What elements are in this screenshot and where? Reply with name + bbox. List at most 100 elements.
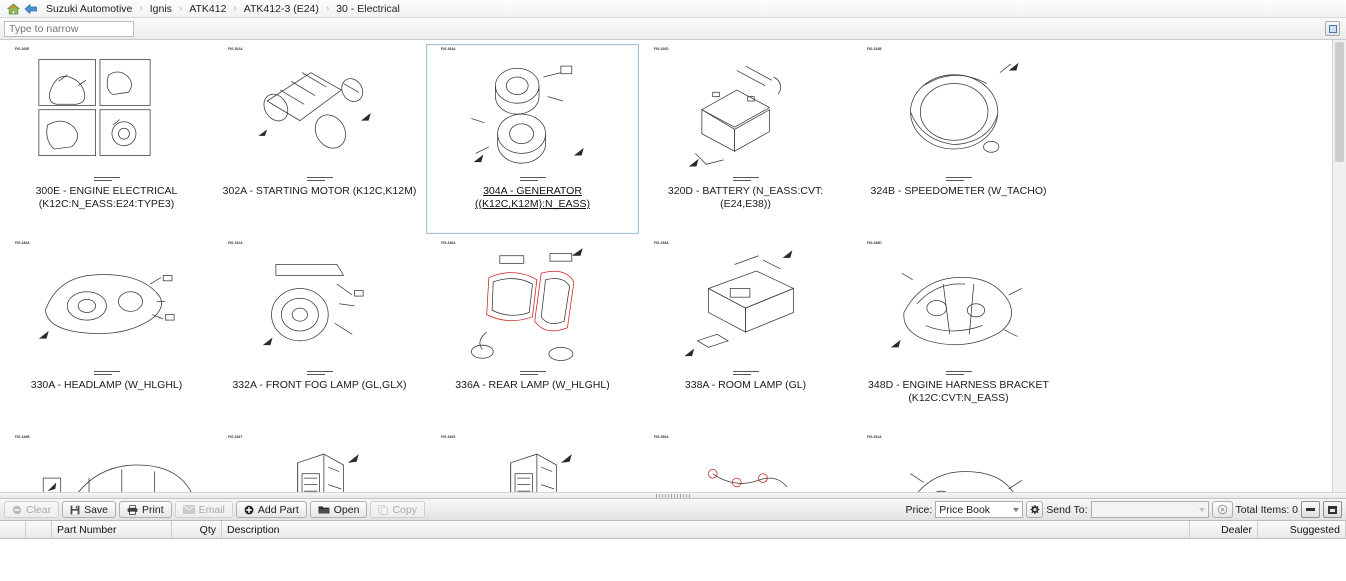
column-header[interactable]: Suggested (1258, 521, 1346, 538)
catalog-grid: FIG.300E 300E - ENGINE ELECTRICAL (K12C:… (0, 40, 1346, 492)
back-arrow-icon[interactable] (22, 3, 40, 15)
catalog-tile[interactable]: FIG.302A 302A - STARTING MOTOR (K12C,K12… (213, 40, 426, 234)
parts-table-body[interactable] (0, 539, 1346, 581)
figure-number: FIG.300E (15, 47, 30, 51)
catalog-thumbnail[interactable] (866, 247, 1051, 367)
catalog-tile-caption[interactable]: 336A - REAR LAMP (W_HLGHL) (455, 379, 609, 392)
catalog-thumbnail[interactable] (14, 53, 199, 173)
catalog-tile-caption[interactable]: 320D - BATTERY (N_EASS:CVT:(E24,E38)) (646, 185, 846, 211)
minimize-button[interactable] (1301, 501, 1320, 518)
catalog-thumbnail[interactable] (14, 441, 199, 492)
catalog-tile[interactable]: FIG.338A 338A - ROOM LAMP (GL) (639, 234, 852, 428)
catalog-tile[interactable]: FIG.300E 300E - ENGINE ELECTRICAL (K12C:… (0, 40, 213, 234)
scrollbar-thumb[interactable] (1335, 42, 1344, 162)
column-header[interactable]: Dealer (1190, 521, 1258, 538)
catalog-tile-inner[interactable]: FIG.302A 302A - STARTING MOTOR (K12C,K12… (213, 44, 426, 234)
open-button[interactable]: Open (309, 501, 368, 518)
catalog-tile-caption[interactable]: 304A - GENERATOR ((K12C,K12M):N_EASS) (433, 185, 633, 211)
copy-label: Copy (392, 503, 417, 516)
catalog-tile[interactable]: FIG.351A (852, 428, 1065, 492)
catalog-tile-caption[interactable]: 330A - HEADLAMP (W_HLGHL) (31, 379, 183, 392)
email-button[interactable]: Email (174, 501, 233, 518)
breadcrumb-item-1[interactable]: Ignis (144, 3, 178, 15)
catalog-tile-inner[interactable]: FIG.350A (639, 432, 852, 492)
catalog-tile-caption[interactable]: 332A - FRONT FOG LAMP (GL,GLX) (232, 379, 406, 392)
column-header[interactable]: Qty (172, 521, 222, 538)
column-header[interactable]: Description (222, 521, 1190, 538)
catalog-tile-inner[interactable]: FIG.349S (426, 432, 639, 492)
catalog-tile-caption[interactable]: 338A - ROOM LAMP (GL) (685, 379, 806, 392)
catalog-thumbnail[interactable] (440, 441, 625, 492)
scale-marker (93, 369, 120, 377)
search-input[interactable] (4, 20, 134, 37)
catalog-tile-inner[interactable]: FIG.338A 338A - ROOM LAMP (GL) (639, 238, 852, 428)
figure-number: FIG.304A (441, 47, 456, 51)
catalog-thumbnail[interactable] (227, 441, 412, 492)
scale-marker (306, 175, 333, 183)
catalog-tile-inner[interactable]: FIG.330A 330A - HEADLAMP (W_HLGHL) (0, 238, 213, 428)
catalog-thumbnail[interactable] (227, 247, 412, 367)
catalog-tile[interactable]: FIG.348D 348D - ENGINE HARNESS BRACKET (… (852, 234, 1065, 428)
copy-button[interactable]: Copy (370, 501, 425, 518)
breadcrumb-item-0[interactable]: Suzuki Automotive (40, 3, 138, 15)
catalog-tile[interactable]: FIG.349S (426, 428, 639, 492)
catalog-row: FIG.330A 330A - HEADLAMP (W_HLGHL) FIG.33… (0, 234, 1332, 428)
catalog-tile-inner[interactable]: FIG.320D 320D - BATTERY (N_EASS:CVT:(E24… (639, 44, 852, 234)
catalog-tile-inner[interactable]: FIG.348D 348D - ENGINE HARNESS BRACKET (… (852, 238, 1065, 428)
price-settings-button[interactable] (1026, 501, 1044, 518)
catalog-tile-inner[interactable]: FIG.304A 304A - GENERATOR ((K12C,K12M):N… (426, 44, 639, 234)
catalog-tile-inner[interactable]: FIG.349B (0, 432, 213, 492)
home-icon[interactable] (4, 2, 22, 15)
catalog-tile-caption[interactable]: 348D - ENGINE HARNESS BRACKET (K12C:CVT:… (859, 379, 1059, 405)
column-header[interactable]: Part Number (52, 521, 172, 538)
breadcrumb-item-3[interactable]: ATK412-3 (E24) (238, 3, 325, 15)
send-to-select[interactable] (1090, 501, 1209, 518)
catalog-tile[interactable]: FIG.332A 332A - FRONT FOG LAMP (GL,GLX) (213, 234, 426, 428)
catalog-tile-inner[interactable]: FIG.300E 300E - ENGINE ELECTRICAL (K12C:… (0, 44, 213, 234)
catalog-tile[interactable]: FIG.349T (213, 428, 426, 492)
catalog-thumbnail[interactable] (653, 53, 838, 173)
figure-number: FIG.348D (867, 241, 882, 245)
print-icon (127, 504, 138, 515)
send-button[interactable] (1211, 501, 1233, 518)
panel-toggle-icon[interactable] (1325, 21, 1340, 36)
copy-icon (378, 504, 389, 515)
column-header[interactable] (26, 521, 52, 538)
catalog-thumbnail[interactable] (440, 247, 625, 367)
catalog-tile[interactable]: FIG.336A 336A - REAR LAMP (W_HLGHL) (426, 234, 639, 428)
catalog-tile-inner[interactable]: FIG.324B 324B - SPEEDOMETER (W_TACHO) (852, 44, 1065, 234)
catalog-tile[interactable]: FIG.330A 330A - HEADLAMP (W_HLGHL) (0, 234, 213, 428)
catalog-thumbnail[interactable] (866, 53, 1051, 173)
catalog-thumbnail[interactable] (866, 441, 1051, 492)
breadcrumb-item-2[interactable]: ATK412 (183, 3, 232, 15)
catalog-tile-inner[interactable]: FIG.351A (852, 432, 1065, 492)
catalog-tile-inner[interactable]: FIG.336A 336A - REAR LAMP (W_HLGHL) (426, 238, 639, 428)
scale-marker (945, 175, 972, 183)
price-select[interactable]: Price Book (935, 501, 1024, 518)
catalog-thumbnail[interactable] (227, 53, 412, 173)
clear-button[interactable]: Clear (4, 501, 60, 518)
catalog-tile-caption[interactable]: 302A - STARTING MOTOR (K12C,K12M) (223, 185, 417, 198)
restore-button[interactable] (1323, 501, 1342, 518)
catalog-thumbnail[interactable] (653, 247, 838, 367)
catalog-tile-inner[interactable]: FIG.349T (213, 432, 426, 492)
catalog-thumbnail[interactable] (653, 441, 838, 492)
catalog-tile[interactable]: FIG.350A (639, 428, 852, 492)
catalog-tile-caption[interactable]: 300E - ENGINE ELECTRICAL (K12C:N_EASS:E2… (7, 185, 207, 211)
print-button[interactable]: Print (119, 501, 172, 518)
catalog-thumbnail[interactable] (14, 247, 199, 367)
save-label: Save (84, 503, 109, 516)
catalog-tile[interactable]: FIG.349B (0, 428, 213, 492)
catalog-thumbnail[interactable] (440, 53, 625, 173)
add-part-button[interactable]: Add Part (235, 501, 307, 518)
column-header[interactable] (0, 521, 26, 538)
vertical-scrollbar[interactable] (1332, 40, 1346, 492)
save-button[interactable]: Save (62, 501, 117, 518)
catalog-tile[interactable]: FIG.320D 320D - BATTERY (N_EASS:CVT:(E24… (639, 40, 852, 234)
catalog-tile[interactable]: FIG.304A 304A - GENERATOR ((K12C,K12M):N… (426, 40, 639, 234)
breadcrumb-item-4[interactable]: 30 - Electrical (330, 3, 406, 15)
catalog-tile-inner[interactable]: FIG.332A 332A - FRONT FOG LAMP (GL,GLX) (213, 238, 426, 428)
panel-splitter[interactable] (0, 492, 1346, 499)
catalog-tile[interactable]: FIG.324B 324B - SPEEDOMETER (W_TACHO) (852, 40, 1065, 234)
catalog-tile-caption[interactable]: 324B - SPEEDOMETER (W_TACHO) (871, 185, 1047, 198)
